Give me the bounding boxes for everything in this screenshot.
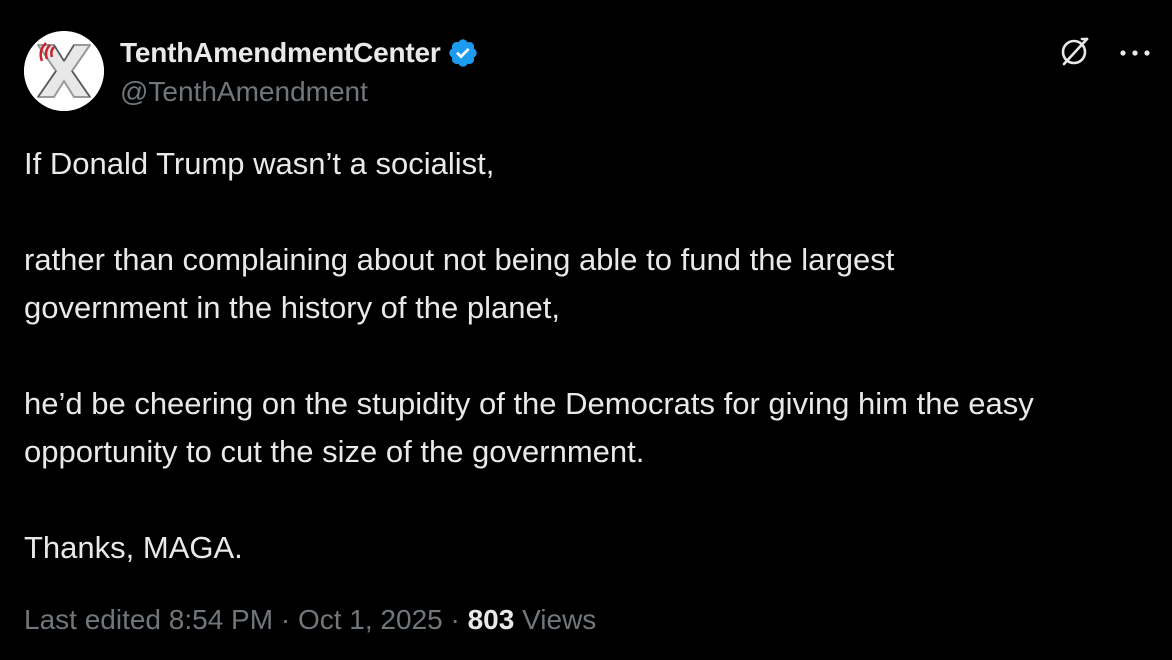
user-handle[interactable]: @TenthAmendment	[120, 76, 479, 108]
timestamp-time[interactable]: 8:54 PM	[169, 604, 273, 635]
more-icon[interactable]	[1118, 45, 1152, 63]
tweet-meta: Last edited 8:54 PM · Oct 1, 2025 · 803 …	[24, 604, 596, 636]
views-label: Views	[522, 604, 597, 635]
author-info: TenthAmendmentCenter @TenthAmendment	[120, 36, 479, 108]
timestamp-date[interactable]: Oct 1, 2025	[298, 604, 443, 635]
views-count: 803	[467, 604, 515, 635]
grok-icon[interactable]	[1058, 34, 1092, 73]
avatar-logo-icon	[24, 31, 104, 111]
tweet-paragraph: If Donald Trump wasn’t a socialist,	[24, 146, 495, 181]
meta-separator: ·	[280, 604, 291, 635]
verified-badge-icon	[447, 37, 479, 69]
tweet-actions-top	[1058, 34, 1152, 73]
meta-separator: ·	[450, 604, 460, 635]
tweet-paragraph: rather than complaining about not being …	[24, 242, 895, 325]
display-name[interactable]: TenthAmendmentCenter	[120, 37, 441, 69]
edited-label[interactable]: Last edited	[24, 604, 161, 635]
tweet-paragraph: Thanks, MAGA.	[24, 530, 243, 565]
tweet-text: If Donald Trump wasn’t a socialist, rath…	[24, 140, 1134, 572]
tweet-paragraph: he’d be cheering on the stupidity of the…	[24, 386, 1034, 469]
tweet: TenthAmendmentCenter @TenthAmendment If …	[0, 0, 1172, 660]
avatar[interactable]	[24, 31, 104, 111]
name-row: TenthAmendmentCenter	[120, 36, 479, 70]
